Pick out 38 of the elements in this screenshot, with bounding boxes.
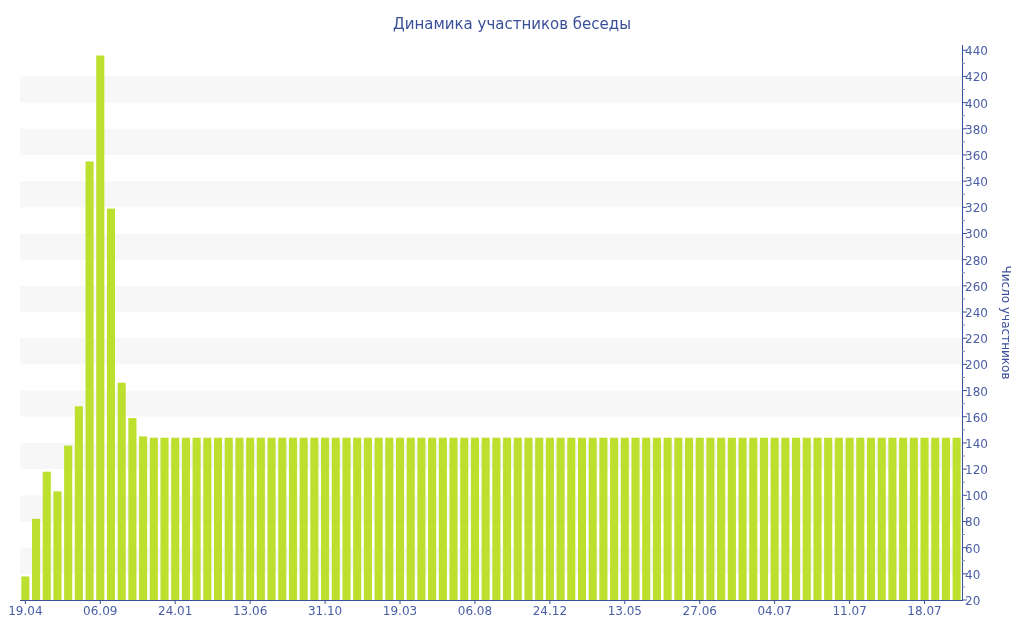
- axis-tick-label: 440: [965, 44, 988, 59]
- axis-tick-label: 420: [965, 70, 988, 85]
- axis-tick-label: 31.10: [307, 604, 343, 618]
- axis-tick-label: 24.01: [158, 604, 193, 618]
- axis-tick-label: 280: [965, 253, 988, 268]
- axis-tick-label: 27.06: [682, 604, 717, 618]
- axis-tick-label: 13.06: [232, 604, 268, 618]
- axis-tick-label: 19.04: [8, 604, 43, 618]
- axis-tick-label: 100: [965, 489, 988, 504]
- axis-tick-label: 340: [965, 175, 988, 190]
- axis-tick-label: 180: [965, 384, 988, 399]
- axis-tick-label: 13.05: [607, 604, 642, 618]
- chart-title: Динамика участников беседы: [393, 15, 631, 33]
- axis-tick-label: 160: [965, 410, 988, 425]
- axis-tick-label: 06.09: [83, 604, 118, 618]
- axis-tick-label: 40: [965, 567, 981, 582]
- axis-tick-label: 380: [965, 122, 988, 137]
- axis-tick-label: 260: [965, 279, 988, 294]
- axis-tick-label: 20: [965, 594, 981, 608]
- axis-tick-label: 140: [965, 436, 988, 451]
- axis-tick-label: 360: [965, 148, 988, 163]
- axis-tick-label: 19.03: [382, 604, 418, 618]
- axis-tick-label: 320: [965, 201, 988, 216]
- axis-tick-label: 120: [965, 463, 988, 478]
- axis-tick-label: 04.07: [757, 604, 792, 618]
- axis-tick-label: 400: [965, 96, 988, 111]
- axis-tick-label: 11.07: [832, 604, 867, 618]
- axis-tick-label: 200: [965, 358, 988, 373]
- axis-tick-label: 220: [965, 332, 988, 347]
- axis-tick-label: 60: [965, 541, 981, 556]
- axis-tick-label: 240: [965, 306, 988, 321]
- bar: [21, 576, 30, 600]
- axis-tick-label: 80: [965, 515, 981, 530]
- axis-tick-label: 06.08: [457, 604, 493, 618]
- axis-title: Число участников: [999, 265, 1013, 380]
- axis-tick-label: 18.07: [907, 604, 942, 618]
- axis-tick-label: 300: [965, 227, 988, 242]
- axis-tick-label: 24.12: [532, 604, 568, 618]
